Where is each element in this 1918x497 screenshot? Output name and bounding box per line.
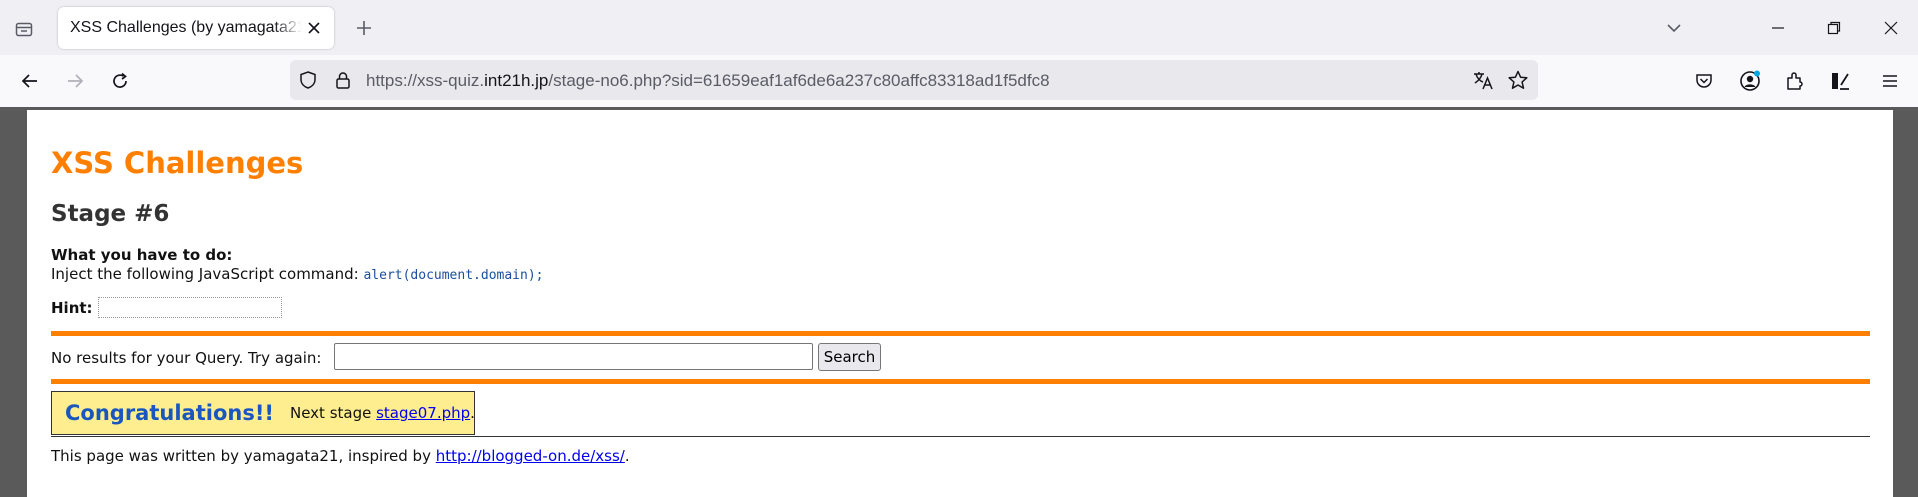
congrats-heading: Congratulations!! — [65, 401, 274, 425]
sidebar-icon[interactable] — [1824, 65, 1856, 97]
search-input[interactable] — [334, 343, 813, 370]
footer: This page was written by yamagata21, ins… — [51, 447, 630, 465]
next-stage-text: Next stage stage07.php. — [290, 404, 475, 422]
lock-icon[interactable] — [331, 68, 355, 92]
next-stage-label: Next stage — [289, 404, 377, 422]
back-arrow-icon[interactable] — [14, 65, 46, 97]
star-icon[interactable] — [1506, 68, 1530, 92]
chevron-down-icon[interactable] — [1660, 14, 1688, 42]
account-icon[interactable] — [1734, 65, 1766, 97]
translate-icon[interactable] — [1471, 68, 1495, 92]
url-path: /stage-no6.php?sid=61659eaf1af6de6a237c8… — [548, 71, 1050, 90]
footer-text: This page was written by yamagata21, ins… — [51, 447, 436, 465]
divider-bottom — [51, 379, 1870, 384]
tab-strip: XSS Challenges (by yamagata21) - Stage #… — [0, 0, 1918, 55]
divider-top — [51, 331, 1870, 336]
page-title: XSS Challenges — [51, 146, 304, 180]
footer-suffix: . — [624, 447, 630, 465]
pocket-icon[interactable] — [1688, 65, 1720, 97]
close-window-icon[interactable] — [1875, 12, 1907, 44]
extensions-icon[interactable] — [1779, 65, 1811, 97]
minimize-icon[interactable] — [1762, 12, 1794, 44]
congratulations-box: Congratulations!! Next stage stage07.php… — [51, 391, 475, 435]
next-stage-link[interactable]: stage07.php — [376, 404, 470, 422]
todo-heading: What you have to do: — [51, 246, 233, 264]
active-tab[interactable]: XSS Challenges (by yamagata21) - Stage #… — [58, 7, 334, 49]
shield-icon[interactable] — [296, 68, 320, 92]
query-label: No results for your Query. Try again: — [51, 349, 322, 367]
reload-icon[interactable] — [104, 65, 136, 97]
restore-icon[interactable] — [1818, 12, 1850, 44]
footer-rule — [51, 436, 1870, 437]
web-page: XSS Challenges Stage #6 What you have to… — [27, 110, 1893, 497]
tab-list-icon[interactable] — [10, 15, 38, 43]
todo-text: Inject the following JavaScript command:… — [51, 265, 543, 283]
url-text: https://xss-quiz.int21h.jp/stage-no6.php… — [366, 71, 1050, 91]
url-prefix: https://xss-quiz. — [366, 71, 485, 90]
todo-code: alert(document.domain); — [363, 268, 544, 283]
forward-arrow-icon[interactable] — [59, 65, 91, 97]
footer-link[interactable]: http://blogged-on.de/xss/ — [436, 447, 625, 465]
close-icon[interactable] — [304, 18, 324, 38]
content-viewport: XSS Challenges Stage #6 What you have to… — [0, 107, 1918, 497]
plus-icon[interactable] — [350, 14, 378, 42]
hint-label: Hint: — [51, 299, 93, 317]
url-domain: int21h.jp — [484, 71, 549, 90]
stage-heading: Stage #6 — [51, 201, 170, 227]
navigation-toolbar: https://xss-quiz.int21h.jp/stage-no6.php… — [0, 55, 1918, 107]
next-stage-suffix: . — [470, 404, 475, 422]
search-button[interactable]: Search — [818, 343, 881, 371]
todo-instruction: Inject the following JavaScript command: — [51, 265, 364, 283]
address-bar[interactable]: https://xss-quiz.int21h.jp/stage-no6.php… — [290, 60, 1538, 100]
tab-title: XSS Challenges (by yamagata21) - Stage #… — [70, 19, 302, 36]
hint-box[interactable] — [98, 297, 282, 318]
menu-icon[interactable] — [1874, 65, 1906, 97]
